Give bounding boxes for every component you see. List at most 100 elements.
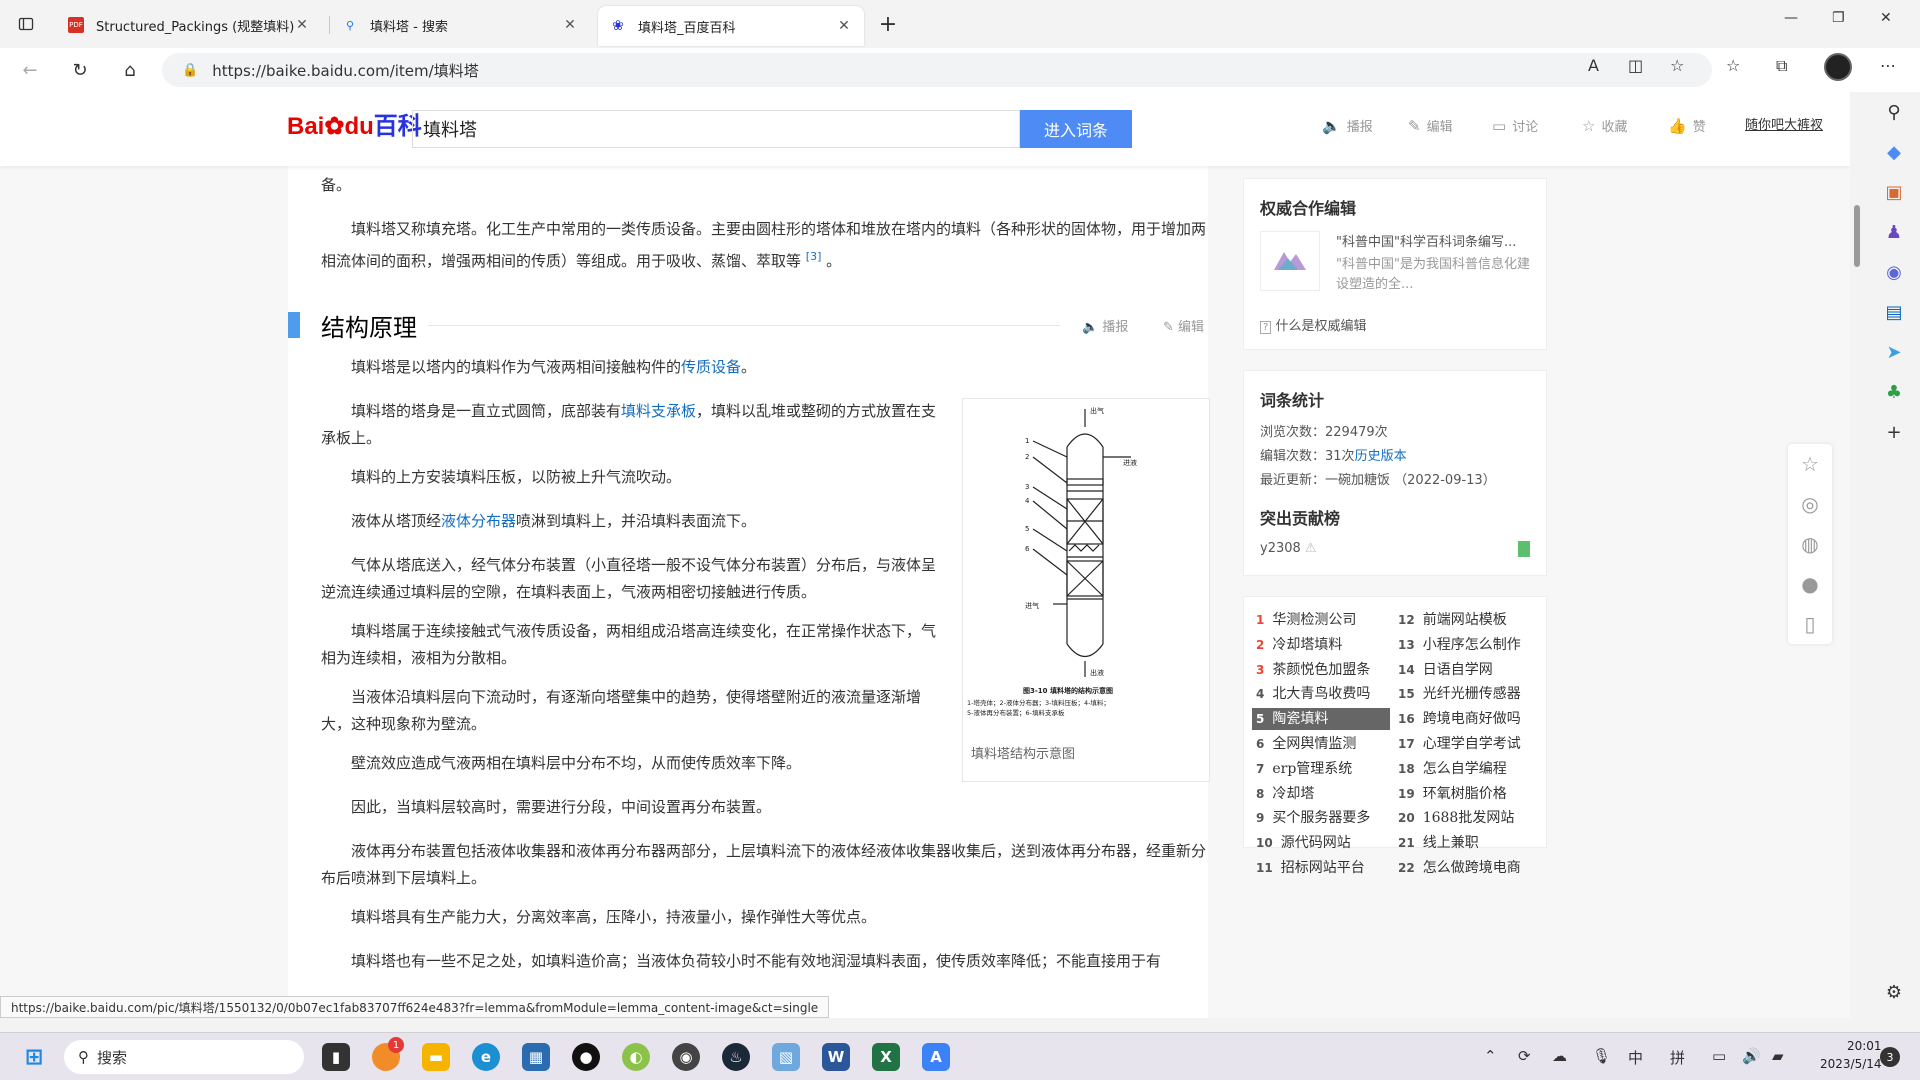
link-mass-transfer[interactable]: 传质设备 [681,358,741,376]
close-window-button[interactable]: ✕ [1880,10,1892,26]
kepu-logo[interactable] [1260,231,1320,291]
translator-app-icon[interactable]: A [922,1043,950,1071]
more-menu-icon[interactable]: ⋯ [1880,56,1896,75]
sidebar-add-icon[interactable]: + [1880,418,1908,446]
camera-app-icon[interactable]: ◉ [672,1043,700,1071]
close-tab-icon[interactable]: ✕ [836,18,852,34]
hot-search-item[interactable]: 19 环氧树脂价格 [1394,783,1532,805]
tab-actions-icon[interactable] [12,10,40,38]
link-liquid-distributor[interactable]: 液体分布器 [441,512,516,530]
reference-link[interactable]: [3] [806,250,822,263]
ime-mode[interactable]: 拼 [1670,1047,1685,1068]
hot-search-item[interactable]: 12 前端网站模板 [1394,609,1532,631]
bookmark-icon[interactable] [1518,541,1530,557]
maximize-button[interactable]: ❐ [1832,10,1845,26]
lock-icon[interactable]: 🔒 [182,63,198,78]
collections-icon[interactable]: ⧉ [1776,56,1787,76]
taskbar-search[interactable]: ⚲ 搜索 [64,1040,304,1074]
favorites-icon[interactable]: ☆ [1726,56,1740,75]
split-screen-icon[interactable]: ◫ [1628,56,1643,75]
read-aloud-icon[interactable]: A [1588,56,1599,75]
hot-search-item[interactable]: 14 日语自学网 [1394,659,1532,681]
microphone-icon[interactable]: 🎙 [1592,1047,1611,1065]
contributor-user[interactable]: y2308 ⚠ [1260,541,1317,556]
battery-icon[interactable]: ▰ [1772,1047,1784,1065]
volume-icon[interactable]: 🔊 [1742,1047,1761,1065]
header-edit-button[interactable]: ✎ 编辑 [1408,116,1453,136]
system-clock[interactable]: 20:01 2023/5/14 [1820,1037,1882,1073]
header-favorite-button[interactable]: ☆ 收藏 [1582,116,1627,136]
authority-name-link[interactable]: "科普中国"科学百科词条编写... [1336,231,1532,250]
task-view-icon[interactable]: ▮ [322,1043,350,1071]
refresh-button[interactable]: ↻ [66,56,94,84]
tab-search[interactable]: ⚲ 填料塔 - 搜索 ✕ [330,8,590,42]
hot-search-item[interactable]: 5 陶瓷填料 [1252,708,1390,731]
new-tab-button[interactable]: + [874,10,902,38]
sidebar-tools-icon[interactable]: ▣ [1880,178,1908,206]
section-broadcast-button[interactable]: 🔈 播报 [1082,316,1128,335]
section-edit-button[interactable]: ✎ 编辑 [1163,316,1204,335]
link-support-plate[interactable]: 填料支承板 [621,402,696,420]
green-app-icon[interactable]: ◐ [622,1043,650,1071]
header-discuss-button[interactable]: ▭ 讨论 [1492,116,1538,136]
home-button[interactable]: ⌂ [116,56,144,84]
hot-search-item[interactable]: 3 茶颜悦色加盟条 [1252,659,1390,681]
hot-search-item[interactable]: 11 招标网站平台 [1252,857,1390,879]
figure-packed-tower[interactable]: 出气 进液 进气 出液 1 2 3 4 5 6 图3-10 填料塔的结构示意图 … [962,398,1210,782]
sidebar-search-icon[interactable]: ⚲ [1880,98,1908,126]
header-like-button[interactable]: 👍 赞 [1668,116,1706,136]
edge-browser-icon[interactable]: e [472,1043,500,1071]
hot-search-item[interactable]: 15 光纤光栅传感器 [1394,683,1532,705]
hot-search-item[interactable]: 8 冷却塔 [1252,783,1390,805]
onedrive-icon[interactable]: ☁ [1552,1047,1567,1065]
sidebar-tree-icon[interactable]: ♣ [1880,378,1908,406]
tab-pdf[interactable]: PDF Structured_Packings (规整填料) ✕ [56,8,322,42]
profile-avatar[interactable] [1824,53,1852,81]
star-icon[interactable]: ☆ [1788,444,1832,484]
sidebar-office-icon[interactable]: ◉ [1880,258,1908,286]
steam-icon[interactable]: ♨ [722,1043,750,1071]
store-icon[interactable]: ▦ [522,1043,550,1071]
sidebar-shopping-icon[interactable]: ◆ [1880,138,1908,166]
hot-search-item[interactable]: 2 冷却塔填料 [1252,634,1390,656]
add-favorite-icon[interactable]: ☆ [1670,56,1684,75]
ime-language[interactable]: 中 [1628,1047,1643,1068]
tray-overflow-icon[interactable]: ⌃ [1484,1047,1497,1065]
hot-search-item[interactable]: 17 心理学自学考试 [1394,733,1532,755]
weibo-icon[interactable]: ◎ [1788,484,1832,524]
hot-search-item[interactable]: 20 1688批发网站 [1394,807,1532,829]
hot-search-item[interactable]: 6 全网舆情监测 [1252,733,1390,755]
enter-entry-button[interactable]: 进入词条 [1020,110,1132,148]
mobile-icon[interactable]: ▯ [1788,604,1832,644]
hot-search-item[interactable]: 22 怎么做跨境电商 [1394,857,1532,879]
close-tab-icon[interactable]: ✕ [562,17,578,33]
alien-app-icon[interactable]: ● [572,1043,600,1071]
sync-icon[interactable]: ⟳ [1518,1047,1531,1065]
minimize-button[interactable]: — [1784,10,1798,26]
hot-search-item[interactable]: 18 怎么自学编程 [1394,758,1532,780]
hot-search-item[interactable]: 16 跨境电商好做吗 [1394,708,1532,730]
hot-search-item[interactable]: 1 华测检测公司 [1252,609,1390,631]
notification-center-badge[interactable]: 3 [1880,1047,1900,1067]
tab-baike-active[interactable]: ❀ 填料塔_百度百科 ✕ [598,6,864,46]
sidebar-settings-icon[interactable]: ⚙ [1880,978,1908,1006]
scrollbar-thumb[interactable] [1854,205,1860,267]
packed-tower-diagram[interactable]: 出气 进液 进气 出液 1 2 3 4 5 6 图3-10 填料塔的结构示意图 … [963,399,1209,729]
sidebar-outlook-icon[interactable]: ▤ [1880,298,1908,326]
hot-search-item[interactable]: 21 线上兼职 [1394,832,1532,854]
baike-logo[interactable]: Bai✿du百科 [287,106,422,141]
hot-search-item[interactable]: 9 买个服务器要多 [1252,807,1390,829]
qq-icon[interactable]: ● [1788,564,1832,604]
back-button[interactable]: ← [16,56,44,84]
excel-icon[interactable]: X [872,1043,900,1071]
what-is-authority-link[interactable]: ? 什么是权威编辑 [1260,315,1366,334]
network-icon[interactable]: ▭ [1712,1047,1726,1065]
file-explorer-icon[interactable]: ▬ [422,1043,450,1071]
windows-start-icon[interactable]: ⊞ [20,1043,48,1071]
address-bar[interactable]: 🔒 https://baike.baidu.com/item/填料塔 [162,53,1712,87]
close-tab-icon[interactable]: ✕ [294,17,310,33]
hot-search-item[interactable]: 4 北大青鸟收费吗 [1252,683,1390,705]
sidebar-send-icon[interactable]: ➤ [1880,338,1908,366]
history-link[interactable]: 历史版本 [1355,449,1407,464]
wechat-icon[interactable]: ◍ [1788,524,1832,564]
